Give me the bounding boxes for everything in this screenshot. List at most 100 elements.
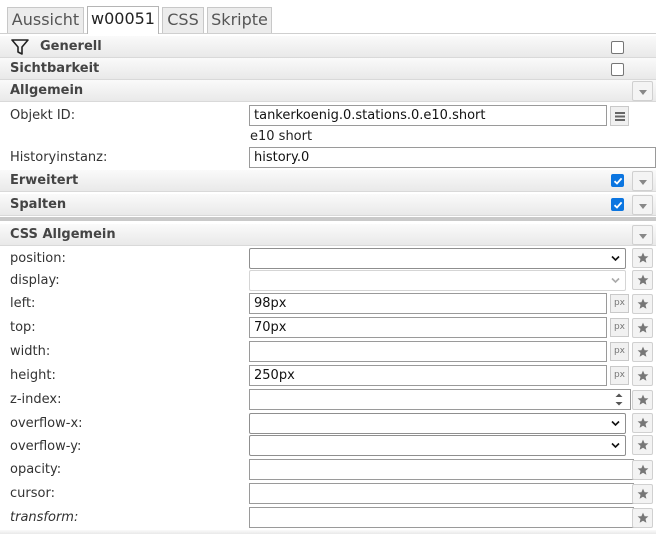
- group-title-erweitert: Erweitert: [10, 173, 79, 188]
- star-icon: [637, 274, 649, 285]
- star-icon: [637, 252, 649, 263]
- star-icon: [637, 370, 649, 381]
- overflow-y-star-button[interactable]: [632, 435, 653, 455]
- sichtbarkeit-checkbox[interactable]: [611, 63, 624, 76]
- cursor-input[interactable]: [249, 483, 634, 504]
- overflow-x-label: overflow-x:: [10, 416, 83, 431]
- star-icon: [637, 464, 649, 475]
- tab-css[interactable]: CSS: [162, 7, 204, 33]
- css-allgemein-collapse-button[interactable]: [632, 225, 653, 245]
- overflow-x-star-button[interactable]: [632, 413, 653, 433]
- star-icon: [637, 417, 649, 428]
- objekt-name-text: e10 short: [250, 129, 313, 144]
- tab-skripte[interactable]: Skripte: [207, 7, 272, 33]
- row-width: width: px: [0, 340, 656, 364]
- group-css-allgemein[interactable]: CSS Allgemein: [0, 224, 656, 246]
- row-objekt-name: e10 short: [0, 128, 656, 146]
- historyinstanz-label: Historyinstanz:: [10, 150, 108, 165]
- group-generell[interactable]: Generell: [0, 36, 656, 58]
- row-left: left: 98px px: [0, 292, 656, 316]
- generell-checkbox[interactable]: [611, 41, 624, 54]
- row-overflow-y: overflow-y:: [0, 435, 656, 458]
- chevron-down-icon: [611, 276, 620, 285]
- row-display: display:: [0, 270, 656, 292]
- row-top: top: 70px px: [0, 316, 656, 340]
- display-select[interactable]: [249, 270, 626, 291]
- overflow-x-select[interactable]: [249, 413, 626, 434]
- group-allgemein[interactable]: Allgemein: [0, 80, 656, 102]
- group-spalten[interactable]: Spalten: [0, 194, 656, 216]
- width-label: width:: [10, 344, 51, 359]
- opacity-star-button[interactable]: [632, 460, 653, 480]
- left-star-button[interactable]: [632, 294, 653, 314]
- z-index-spinner[interactable]: [612, 389, 626, 410]
- star-icon: [637, 512, 649, 523]
- tab-widget[interactable]: w00051: [87, 6, 159, 34]
- objekt-id-input[interactable]: tankerkoenig.0.stations.0.e10.short: [249, 105, 607, 126]
- left-label: left:: [10, 296, 36, 311]
- left-input[interactable]: 98px: [249, 293, 607, 314]
- position-select[interactable]: [249, 248, 626, 269]
- star-icon: [637, 439, 649, 450]
- top-input[interactable]: 70px: [249, 317, 607, 338]
- opacity-label: opacity:: [10, 462, 62, 477]
- height-star-button[interactable]: [632, 366, 653, 386]
- height-label: height:: [10, 368, 56, 383]
- filter-icon[interactable]: [11, 38, 29, 60]
- spalten-checkbox[interactable]: [611, 198, 624, 211]
- chevron-down-icon: [611, 254, 620, 263]
- row-cursor: cursor:: [0, 482, 656, 506]
- height-unit-button[interactable]: px: [610, 366, 629, 385]
- row-overflow-x: overflow-x:: [0, 412, 656, 435]
- overflow-y-label: overflow-y:: [10, 439, 82, 454]
- select-object-button[interactable]: [610, 106, 629, 126]
- spalten-collapse-button[interactable]: [632, 195, 653, 215]
- objekt-id-label: Objekt ID:: [10, 108, 76, 123]
- top-star-button[interactable]: [632, 318, 653, 338]
- group-sichtbarkeit[interactable]: Sichtbarkeit: [0, 58, 656, 80]
- top-label: top:: [10, 320, 36, 335]
- group-title-css-allgemein: CSS Allgemein: [10, 227, 116, 242]
- star-icon: [637, 488, 649, 499]
- group-title-spalten: Spalten: [10, 197, 67, 212]
- erweitert-collapse-button[interactable]: [632, 171, 653, 191]
- section-divider: [0, 217, 656, 221]
- top-unit-button[interactable]: px: [610, 318, 629, 337]
- star-icon: [637, 346, 649, 357]
- height-input[interactable]: 250px: [249, 365, 607, 386]
- width-unit-button[interactable]: px: [610, 342, 629, 361]
- erweitert-checkbox[interactable]: [611, 174, 624, 187]
- opacity-input[interactable]: [249, 459, 634, 480]
- row-historyinstanz: Historyinstanz: history.0: [0, 146, 656, 170]
- width-star-button[interactable]: [632, 342, 653, 362]
- z-index-input[interactable]: [249, 389, 631, 410]
- list-icon: [615, 112, 625, 121]
- next-group-partial: [0, 530, 656, 534]
- display-star-button[interactable]: [632, 270, 653, 290]
- star-icon: [637, 298, 649, 309]
- transform-input[interactable]: [249, 507, 634, 528]
- group-title-sichtbarkeit: Sichtbarkeit: [10, 61, 100, 76]
- group-erweitert[interactable]: Erweitert: [0, 170, 656, 192]
- cursor-star-button[interactable]: [632, 484, 653, 504]
- row-z-index: z-index:: [0, 388, 656, 412]
- transform-label: transform:: [10, 510, 79, 525]
- chevron-down-icon: [611, 419, 620, 428]
- historyinstanz-input[interactable]: history.0: [249, 147, 656, 168]
- overflow-y-select[interactable]: [249, 435, 626, 456]
- display-label: display:: [10, 273, 60, 288]
- z-index-star-button[interactable]: [632, 390, 653, 410]
- position-star-button[interactable]: [632, 248, 653, 268]
- row-opacity: opacity:: [0, 458, 656, 482]
- tab-bar: Aussicht w00051 CSS Skripte: [0, 0, 656, 34]
- transform-star-button[interactable]: [632, 508, 653, 528]
- position-label: position:: [10, 251, 66, 266]
- star-icon: [637, 394, 649, 405]
- group-title-generell: Generell: [40, 39, 102, 54]
- allgemein-collapse-button[interactable]: [632, 81, 653, 101]
- width-input[interactable]: [249, 341, 607, 362]
- row-objekt-id: Objekt ID: tankerkoenig.0.stations.0.e10…: [0, 104, 656, 128]
- tab-aussicht[interactable]: Aussicht: [7, 7, 84, 33]
- chevron-down-icon: [611, 441, 620, 450]
- left-unit-button[interactable]: px: [610, 294, 629, 313]
